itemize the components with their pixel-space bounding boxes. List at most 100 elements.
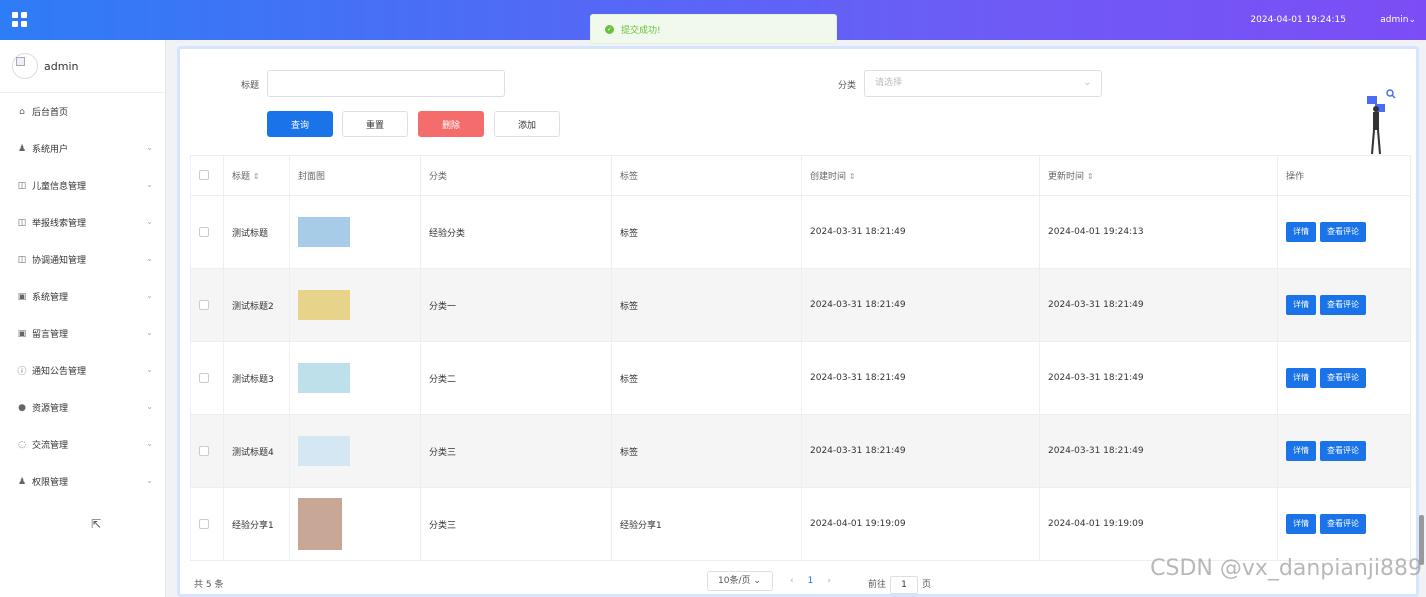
chevron-down-icon: ⌄ [146, 328, 153, 337]
select-cell [190, 487, 224, 561]
user-icon: ♟ [17, 143, 27, 154]
row-checkbox[interactable] [199, 226, 209, 237]
cell-cover [289, 414, 421, 488]
header-cover: 封面图 [289, 155, 421, 196]
table-row: 经验分享1 分类三 经验分享1 2024-04-01 19:19:09 2024-04-… [190, 487, 1411, 561]
cell-category: 经验分类 [420, 195, 612, 269]
sidebar-item[interactable]: ◫ 儿童信息管理 ⌄ [0, 167, 165, 204]
cover-thumbnail[interactable] [298, 217, 350, 247]
scrollbar[interactable] [1419, 515, 1424, 565]
sort-icon[interactable]: ⇕ [253, 172, 260, 181]
sidebar-item[interactable]: ◌ 交流管理 ⌄ [0, 426, 165, 463]
sidebar-item[interactable]: ● 资源管理 ⌄ [0, 389, 165, 426]
chevron-down-icon: ⌄ [146, 291, 153, 300]
detail-button[interactable]: 详情 [1286, 441, 1316, 461]
select-all-cell [190, 155, 224, 196]
cell-actions: 详情 查看评论 [1277, 414, 1411, 488]
delete-button[interactable]: 删除 [418, 111, 484, 137]
header-category: 分类 [420, 155, 612, 196]
header-title-label: 标题 [232, 172, 251, 182]
detail-button[interactable]: 详情 [1286, 514, 1316, 534]
sidebar-item-label: 系统管理 [32, 293, 69, 303]
cover-thumbnail[interactable] [298, 290, 350, 320]
prev-page-button[interactable]: ‹ [790, 576, 794, 586]
chevron-down-icon: ⌄ [753, 576, 761, 586]
select-all-checkbox[interactable] [199, 170, 209, 181]
table-row: 测试标题 经验分类 标签 2024-03-31 18:21:49 2024-04-01 … [190, 195, 1411, 269]
view-comments-button[interactable]: 查看评论 [1320, 295, 1366, 315]
sidebar-item[interactable]: ⓘ 通知公告管理 ⌄ [0, 352, 165, 389]
sidebar-item-label: 后台首页 [32, 108, 69, 118]
sidebar-item-label: 协调通知管理 [32, 256, 87, 266]
page-number-current[interactable]: 1 [808, 576, 814, 586]
sidebar-item[interactable]: ◫ 协调通知管理 ⌄ [0, 241, 165, 278]
row-checkbox[interactable] [199, 372, 209, 383]
chevron-down-icon: ⌄ [1083, 78, 1091, 88]
page-size-select[interactable]: 10条/页 ⌄ [707, 571, 773, 591]
chevron-down-icon: ⌄ [146, 254, 153, 263]
cell-actions: 详情 查看评论 [1277, 268, 1411, 342]
row-checkbox[interactable] [199, 445, 209, 456]
view-comments-button[interactable]: 查看评论 [1320, 222, 1366, 242]
sidebar-item-label: 交流管理 [32, 441, 69, 451]
cell-updated: 2024-04-01 19:24:13 [1039, 195, 1278, 269]
doc-icon: ◫ [17, 254, 27, 265]
sidebar-item[interactable]: ⌂ 后台首页 [0, 93, 165, 130]
chevron-down-icon: ⌄ [146, 365, 153, 374]
cell-title: 测试标题2 [223, 268, 290, 342]
sidebar-item[interactable]: ♟ 系统用户 ⌄ [0, 130, 165, 167]
cover-thumbnail[interactable] [298, 436, 350, 466]
sidebar-item[interactable]: ▣ 留言管理 ⌄ [0, 315, 165, 352]
pin-icon: ● [18, 402, 26, 413]
cell-updated: 2024-04-01 19:19:09 [1039, 487, 1278, 561]
sidebar-item-label: 通知公告管理 [32, 367, 87, 377]
avatar [12, 53, 38, 79]
category-select[interactable]: 请选择 ⌄ [864, 70, 1102, 97]
cell-category: 分类三 [420, 487, 612, 561]
query-button[interactable]: 查询 [267, 111, 333, 137]
goto-suffix: 页 [922, 580, 932, 590]
view-comments-button[interactable]: 查看评论 [1320, 368, 1366, 388]
view-comments-button[interactable]: 查看评论 [1320, 514, 1366, 534]
profile-username: admin [44, 59, 79, 73]
sidebar-item[interactable]: ▣ 系统管理 ⌄ [0, 278, 165, 315]
detail-button[interactable]: 详情 [1286, 368, 1316, 388]
header-title[interactable]: 标题 ⇕ [223, 155, 290, 196]
sort-icon[interactable]: ⇕ [849, 172, 856, 181]
select-cell [190, 414, 224, 488]
chevron-down-icon: ⌄ [146, 143, 153, 152]
category-filter-label: 分类 [838, 81, 857, 91]
reset-button[interactable]: 重置 [342, 111, 408, 137]
cell-created: 2024-03-31 18:21:49 [801, 268, 1040, 342]
detail-button[interactable]: 详情 [1286, 295, 1316, 315]
header-ops: 操作 [1277, 155, 1411, 196]
row-checkbox[interactable] [199, 518, 209, 529]
sidebar-item[interactable]: ♟ 权限管理 ⌄ [0, 463, 165, 500]
sort-icon[interactable]: ⇕ [1087, 172, 1094, 181]
title-search-input[interactable] [267, 70, 505, 97]
cell-cover [289, 195, 421, 269]
detail-button[interactable]: 详情 [1286, 222, 1316, 242]
next-page-button[interactable]: › [827, 576, 831, 586]
goto-page-input[interactable]: 1 [890, 576, 919, 594]
chat-icon: ◌ [18, 439, 26, 450]
cell-actions: 详情 查看评论 [1277, 195, 1411, 269]
cell-cover [289, 268, 421, 342]
add-button[interactable]: 添加 [494, 111, 560, 137]
sidebar-menu: ⌂ 后台首页 ♟ 系统用户 ⌄ ◫ 儿童信息管理 ⌄ ◫ 举报线索管理 ⌄ ◫ 协调通知管理 ⌄ ▣ 系统管理… [0, 93, 165, 500]
cell-tag: 经验分享1 [611, 487, 802, 561]
row-checkbox[interactable] [199, 299, 209, 310]
chevron-down-icon: ⌄ [146, 439, 153, 448]
apps-grid-icon[interactable] [12, 12, 27, 27]
header-updated[interactable]: 更新时间 ⇕ [1039, 155, 1278, 196]
header-tag: 标签 [611, 155, 802, 196]
header-created[interactable]: 创建时间 ⇕ [801, 155, 1040, 196]
user-menu[interactable]: admin⌄ [1380, 15, 1416, 25]
table-row: 测试标题3 分类二 标签 2024-03-31 18:21:49 2024-03-31 … [190, 341, 1411, 415]
view-comments-button[interactable]: 查看评论 [1320, 441, 1366, 461]
cover-thumbnail[interactable] [298, 498, 342, 550]
sidebar-item[interactable]: ◫ 举报线索管理 ⌄ [0, 204, 165, 241]
title-filter-label: 标题 [241, 81, 260, 91]
sidebar-item-label: 系统用户 [32, 145, 69, 155]
cover-thumbnail[interactable] [298, 363, 350, 393]
